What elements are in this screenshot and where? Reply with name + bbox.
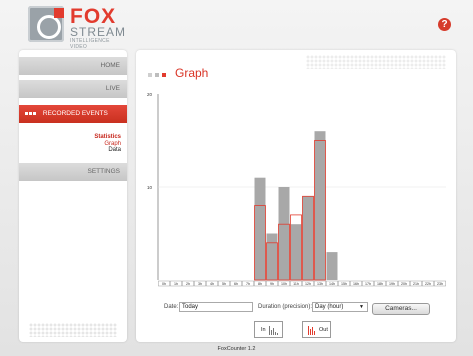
x-tick-label: 14h — [329, 282, 335, 286]
x-tick-label: 20h — [401, 282, 407, 286]
help-icon[interactable]: ? — [438, 18, 451, 31]
sidebar-item-label: RECORDED EVENTS — [42, 110, 108, 117]
logo: FOX STREAM INTELLIGENCE VIDEO — [28, 6, 128, 50]
sidebar-item-home[interactable]: HOME — [19, 57, 127, 75]
x-tick-label: 1h — [174, 282, 178, 286]
bar-in — [314, 131, 326, 280]
out-label: Out — [319, 327, 328, 333]
x-tick-label: 16h — [353, 282, 359, 286]
x-tick-label: 17h — [365, 282, 371, 286]
x-tick-label: 2h — [186, 282, 190, 286]
x-tick-label: 12h — [305, 282, 311, 286]
bar-in — [266, 233, 278, 280]
decorative-dots — [306, 55, 446, 69]
duration-select[interactable]: Day (hour) ▼ — [312, 302, 368, 312]
brand-tagline: INTELLIGENCE VIDEO — [70, 38, 110, 50]
sidebar-item-settings[interactable]: SETTINGS — [19, 163, 127, 181]
x-tick-label: 11h — [293, 282, 299, 286]
subnav-item-data[interactable]: Data — [19, 147, 121, 154]
x-tick-label: 9h — [270, 282, 274, 286]
bar-in — [254, 177, 266, 280]
x-tick-label: 6h — [234, 282, 238, 286]
title-bullet-icon — [148, 73, 152, 77]
footer-version: FoxCounter 1.2 — [217, 346, 256, 352]
sidebar-subnav: Statistics Graph Data — [19, 134, 121, 154]
x-tick-label: 19h — [389, 282, 395, 286]
x-tick-label: 21h — [413, 282, 419, 286]
sidebar-item-recorded-events[interactable]: RECORDED EVENTS — [19, 105, 127, 123]
bar-in — [302, 196, 314, 280]
header: FOX STREAM INTELLIGENCE VIDEO ? — [0, 0, 473, 50]
x-tick-label: 8h — [258, 282, 262, 286]
title-bullet-icon — [155, 73, 159, 77]
cameras-button[interactable]: Cameras... — [372, 303, 430, 315]
logo-accent-icon — [54, 8, 64, 18]
date-label: Date: — [164, 304, 179, 310]
sidebar-item-label: SETTINGS — [87, 168, 120, 175]
chevron-down-icon: ▼ — [359, 304, 364, 310]
bar-chart-out-icon — [308, 325, 318, 335]
sidebar-item-label: HOME — [100, 62, 121, 69]
sidebar: HOME LIVE RECORDED EVENTS Statistics Gra… — [19, 50, 127, 342]
x-tick-label: 22h — [425, 282, 431, 286]
y-tick-label: 20 — [147, 92, 153, 97]
bullet-icon — [25, 111, 28, 115]
duration-select-value: Day (hour) — [315, 304, 344, 310]
bullet-icon — [33, 111, 36, 115]
x-tick-label: 18h — [377, 282, 383, 286]
y-tick-label: 10 — [147, 185, 153, 190]
date-field[interactable]: Today — [179, 302, 253, 312]
bar-in — [278, 187, 290, 280]
sidebar-item-label: LIVE — [105, 85, 120, 92]
bullet-icon — [29, 111, 32, 115]
x-tick-label: 7h — [246, 282, 250, 286]
title-bullet-icon — [162, 73, 166, 77]
in-label: In — [261, 327, 266, 333]
in-toggle-button[interactable]: In — [254, 321, 283, 338]
x-tick-label: 4h — [210, 282, 214, 286]
x-tick-label: 15h — [341, 282, 347, 286]
out-toggle-button[interactable]: Out — [302, 321, 331, 338]
x-tick-label: 5h — [222, 282, 226, 286]
x-tick-label: 3h — [198, 282, 202, 286]
bar-chart: 20 10 0h 1h 2h 3h 4h 5h 6h 7h 8h 9h 10h 11h 12h 13h 14h 1… — [147, 92, 446, 287]
brand-subname: STREAM — [70, 25, 127, 39]
x-tick-label: 10h — [281, 282, 287, 286]
main-panel: Graph 20 10 0h 1h 2h 3h 4h 5h 6h 7h 8h 9h 10h 11h 12h 1… — [136, 50, 456, 342]
bar-in — [326, 252, 338, 280]
page-title-text: Graph — [175, 66, 209, 80]
bar-in — [290, 224, 302, 280]
x-tick-label: 0h — [162, 282, 166, 286]
x-tick-label: 23h — [437, 282, 443, 286]
x-tick-label: 13h — [317, 282, 323, 286]
decorative-dots — [29, 323, 117, 337]
bar-chart-icon — [269, 325, 279, 335]
sidebar-item-live[interactable]: LIVE — [19, 80, 127, 98]
duration-label: Duration (precision): — [258, 304, 313, 310]
